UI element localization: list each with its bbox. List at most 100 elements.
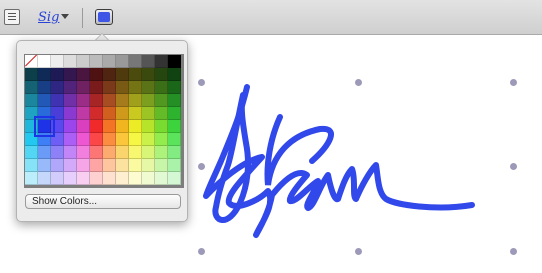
color-swatch[interactable] xyxy=(25,107,38,120)
color-swatch[interactable] xyxy=(116,68,129,81)
color-swatch[interactable] xyxy=(90,81,103,94)
color-swatch[interactable] xyxy=(142,133,155,146)
resize-handle[interactable] xyxy=(198,248,205,255)
color-swatch[interactable] xyxy=(142,120,155,133)
color-swatch[interactable] xyxy=(168,159,181,172)
color-swatch[interactable] xyxy=(103,146,116,159)
color-swatch[interactable] xyxy=(155,159,168,172)
resize-handle[interactable] xyxy=(510,248,517,255)
color-swatch[interactable] xyxy=(129,146,142,159)
color-swatch[interactable] xyxy=(103,55,116,68)
color-swatch[interactable] xyxy=(103,172,116,185)
color-swatch[interactable] xyxy=(168,81,181,94)
color-swatch[interactable] xyxy=(38,159,51,172)
color-swatch[interactable] xyxy=(168,120,181,133)
color-swatch[interactable] xyxy=(77,133,90,146)
color-swatch[interactable] xyxy=(90,172,103,185)
color-swatch[interactable] xyxy=(38,146,51,159)
color-swatch[interactable] xyxy=(155,120,168,133)
color-swatch[interactable] xyxy=(77,81,90,94)
color-swatch[interactable] xyxy=(64,120,77,133)
color-swatch[interactable] xyxy=(51,55,64,68)
color-swatch[interactable] xyxy=(103,107,116,120)
sidebar-icon[interactable] xyxy=(4,9,20,25)
resize-handle[interactable] xyxy=(355,79,362,86)
color-swatch[interactable] xyxy=(51,146,64,159)
color-swatch[interactable] xyxy=(90,68,103,81)
color-swatch[interactable] xyxy=(38,107,51,120)
color-swatch[interactable] xyxy=(90,159,103,172)
color-swatch[interactable] xyxy=(38,55,51,68)
color-swatch[interactable] xyxy=(77,107,90,120)
color-swatch[interactable] xyxy=(129,94,142,107)
color-swatch[interactable] xyxy=(51,172,64,185)
color-swatch[interactable] xyxy=(38,68,51,81)
color-swatch[interactable] xyxy=(64,172,77,185)
color-swatch[interactable] xyxy=(155,172,168,185)
resize-handle[interactable] xyxy=(510,163,517,170)
color-swatch[interactable] xyxy=(168,107,181,120)
color-swatch[interactable] xyxy=(155,107,168,120)
color-swatch[interactable] xyxy=(142,94,155,107)
resize-handle[interactable] xyxy=(510,79,517,86)
color-swatch[interactable] xyxy=(51,94,64,107)
color-swatch[interactable] xyxy=(25,94,38,107)
color-swatch[interactable] xyxy=(155,146,168,159)
color-swatch[interactable] xyxy=(116,81,129,94)
color-swatch[interactable] xyxy=(51,133,64,146)
color-swatch[interactable] xyxy=(116,146,129,159)
color-swatch[interactable] xyxy=(64,81,77,94)
no-color-swatch[interactable] xyxy=(25,55,38,68)
color-swatch[interactable] xyxy=(116,172,129,185)
color-swatch[interactable] xyxy=(64,159,77,172)
color-swatch[interactable] xyxy=(38,172,51,185)
color-swatch[interactable] xyxy=(34,116,55,137)
color-swatch[interactable] xyxy=(90,94,103,107)
color-swatch[interactable] xyxy=(90,133,103,146)
color-swatch[interactable] xyxy=(51,107,64,120)
color-swatch[interactable] xyxy=(25,159,38,172)
color-swatch[interactable] xyxy=(116,94,129,107)
color-swatch[interactable] xyxy=(77,68,90,81)
color-swatch[interactable] xyxy=(116,133,129,146)
color-swatch[interactable] xyxy=(155,68,168,81)
color-swatch[interactable] xyxy=(155,81,168,94)
color-swatch[interactable] xyxy=(103,159,116,172)
color-swatch[interactable] xyxy=(25,133,38,146)
color-swatch[interactable] xyxy=(142,81,155,94)
color-swatch[interactable] xyxy=(155,55,168,68)
color-swatch[interactable] xyxy=(103,68,116,81)
color-swatch[interactable] xyxy=(116,55,129,68)
color-swatch[interactable] xyxy=(64,68,77,81)
color-swatch[interactable] xyxy=(155,133,168,146)
color-swatch[interactable] xyxy=(77,172,90,185)
color-swatch[interactable] xyxy=(142,68,155,81)
resize-handle[interactable] xyxy=(355,248,362,255)
color-swatch[interactable] xyxy=(116,159,129,172)
color-swatch[interactable] xyxy=(38,81,51,94)
color-swatch[interactable] xyxy=(129,133,142,146)
color-swatch[interactable] xyxy=(168,94,181,107)
color-swatch[interactable] xyxy=(142,146,155,159)
color-swatch[interactable] xyxy=(129,172,142,185)
color-swatch[interactable] xyxy=(155,94,168,107)
color-swatch[interactable] xyxy=(25,81,38,94)
color-swatch[interactable] xyxy=(51,120,64,133)
signature-menu-button[interactable]: Sig xyxy=(38,9,72,27)
color-swatch[interactable] xyxy=(116,107,129,120)
show-colors-button[interactable]: Show Colors... xyxy=(25,194,181,209)
color-swatch[interactable] xyxy=(168,133,181,146)
color-swatch[interactable] xyxy=(25,120,38,133)
color-swatch[interactable] xyxy=(25,146,38,159)
color-swatch[interactable] xyxy=(103,94,116,107)
color-swatch[interactable] xyxy=(142,107,155,120)
color-swatch[interactable] xyxy=(38,94,51,107)
color-swatch[interactable] xyxy=(168,146,181,159)
color-swatch[interactable] xyxy=(142,172,155,185)
color-swatch[interactable] xyxy=(77,55,90,68)
color-swatch[interactable] xyxy=(77,94,90,107)
color-swatch[interactable] xyxy=(90,120,103,133)
color-swatch[interactable] xyxy=(25,172,38,185)
color-swatch[interactable] xyxy=(51,68,64,81)
color-swatch[interactable] xyxy=(103,81,116,94)
